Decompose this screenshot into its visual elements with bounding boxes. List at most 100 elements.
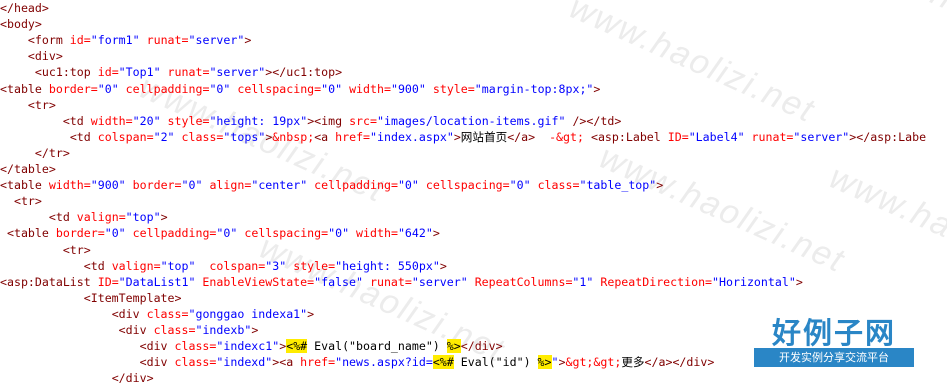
code-line[interactable]: <uc1:top id="Top1" runat="server"></uc1:…	[0, 64, 342, 80]
code-token: <tr>	[27, 97, 56, 112]
code-token: <div	[111, 306, 140, 321]
code-token: <table	[0, 81, 42, 96]
code-token: href=	[328, 129, 371, 144]
code-line[interactable]: <body>	[0, 16, 42, 32]
code-line[interactable]: </div>	[0, 370, 154, 386]
code-line[interactable]: <td width="20" style="height: 19px"><img…	[0, 113, 621, 129]
code-token: >	[307, 306, 315, 321]
code-token: colspan=	[195, 258, 266, 273]
code-line[interactable]: <td valign="top" colspan="3" style="heig…	[0, 258, 447, 274]
code-token: </head>	[0, 1, 49, 15]
code-token: <asp:DataList	[0, 274, 91, 289]
code-token: valign=	[104, 258, 161, 273]
code-token: "0"	[209, 81, 231, 96]
code-token: id=	[62, 33, 91, 48]
code-line[interactable]: <div class="indexb">	[0, 322, 259, 338]
code-token: &gt;&gt;	[565, 355, 622, 370]
code-token: Eval("id")	[453, 355, 538, 370]
code-line[interactable]: <form id="form1" runat="server">	[0, 32, 251, 48]
code-token: >	[244, 33, 252, 48]
code-token: </table>	[0, 162, 56, 176]
code-token: "form1"	[90, 33, 140, 48]
code-line[interactable]: <div class="indexc1"><%# Eval("board_nam…	[0, 338, 503, 354]
code-token: >	[593, 81, 601, 96]
code-line[interactable]: <table width="900" border="0" align="cen…	[0, 177, 663, 193]
code-token: "margin-top:8px;"	[474, 81, 594, 96]
code-line[interactable]: <div class="indexd"><a href="news.aspx?i…	[0, 354, 714, 370]
code-token: <div>	[27, 49, 63, 64]
watermark-text: www.haolizi.net	[593, 137, 851, 281]
code-token: style=	[286, 258, 336, 273]
code-token: "1"	[572, 274, 594, 289]
code-token: "0"	[397, 178, 419, 193]
code-token: >	[656, 178, 664, 193]
code-token: cellspacing=	[418, 178, 510, 193]
code-token: "false"	[314, 274, 363, 289]
code-line[interactable]: <table border="0" cellpadding="0" cellsp…	[0, 225, 440, 241]
code-token: >	[432, 226, 440, 241]
watermark-text: www.haolizi.net	[823, 157, 947, 301]
code-token: <td	[62, 113, 84, 128]
code-line[interactable]: <tr>	[0, 242, 91, 258]
code-line[interactable]: </tr>	[0, 145, 70, 161]
code-token: "0"	[104, 226, 126, 241]
code-token: "center"	[251, 178, 308, 193]
code-token: "gonggao indexa1"	[188, 306, 308, 321]
code-line[interactable]: <asp:DataList ID="DataList1" EnableViewS…	[0, 274, 803, 290]
code-token: cellspacing=	[230, 81, 322, 96]
code-token: >	[795, 274, 803, 289]
code-token: "news.aspx?id=	[335, 355, 433, 370]
code-token: valign=	[69, 210, 126, 225]
code-token: &nbsp;	[272, 129, 315, 144]
code-line[interactable]: <td colspan="2" class="tops" > &nbsp;<a hr…	[0, 129, 926, 145]
code-token: <div	[118, 323, 147, 337]
code-token: <ItemTemplate>	[83, 290, 182, 305]
code-token: 更多	[621, 355, 645, 370]
code-line[interactable]: <ItemTemplate>	[0, 290, 182, 306]
code-line[interactable]: <table border="0" cellpadding="0" cellsp…	[0, 81, 600, 97]
code-token: <uc1:top	[34, 65, 91, 80]
code-token: >	[453, 129, 461, 144]
code-token: "tops"	[223, 129, 266, 144]
code-token: <table	[6, 226, 49, 241]
code-token: </div>	[460, 339, 503, 354]
code-line[interactable]: <td valign="top">	[0, 209, 168, 225]
code-token: ID=	[90, 274, 119, 289]
code-token: "table_top"	[579, 178, 657, 193]
code-line[interactable]: </head>	[0, 0, 49, 16]
code-token: cellpadding=	[125, 226, 217, 241]
code-token: <form	[27, 33, 63, 48]
code-line[interactable]: <div>	[0, 48, 63, 64]
code-line[interactable]: <tr>	[0, 193, 42, 209]
code-token: "3"	[265, 258, 287, 273]
code-token: class=	[530, 178, 580, 193]
code-line[interactable]: <div class="gonggao indexa1">	[0, 306, 314, 322]
code-token: border=	[125, 178, 182, 193]
code-token: "server"	[188, 33, 245, 48]
code-token: colspan=	[90, 129, 154, 144]
code-token: ><a	[272, 355, 294, 370]
code-token: width=	[349, 226, 398, 241]
code-token: "642"	[397, 226, 433, 241]
brand-logo: 好例子网 开发实例分享交流平台	[754, 310, 914, 372]
code-token: <%#	[286, 339, 308, 354]
code-token: ID=	[660, 129, 689, 144]
code-line[interactable]: <tr>	[0, 97, 56, 113]
code-token: class=	[167, 355, 217, 370]
code-line[interactable]: </table>	[0, 161, 56, 177]
code-token: "0"	[181, 178, 203, 193]
code-token: <tr>	[13, 194, 42, 209]
code-token: <td	[69, 129, 91, 144]
